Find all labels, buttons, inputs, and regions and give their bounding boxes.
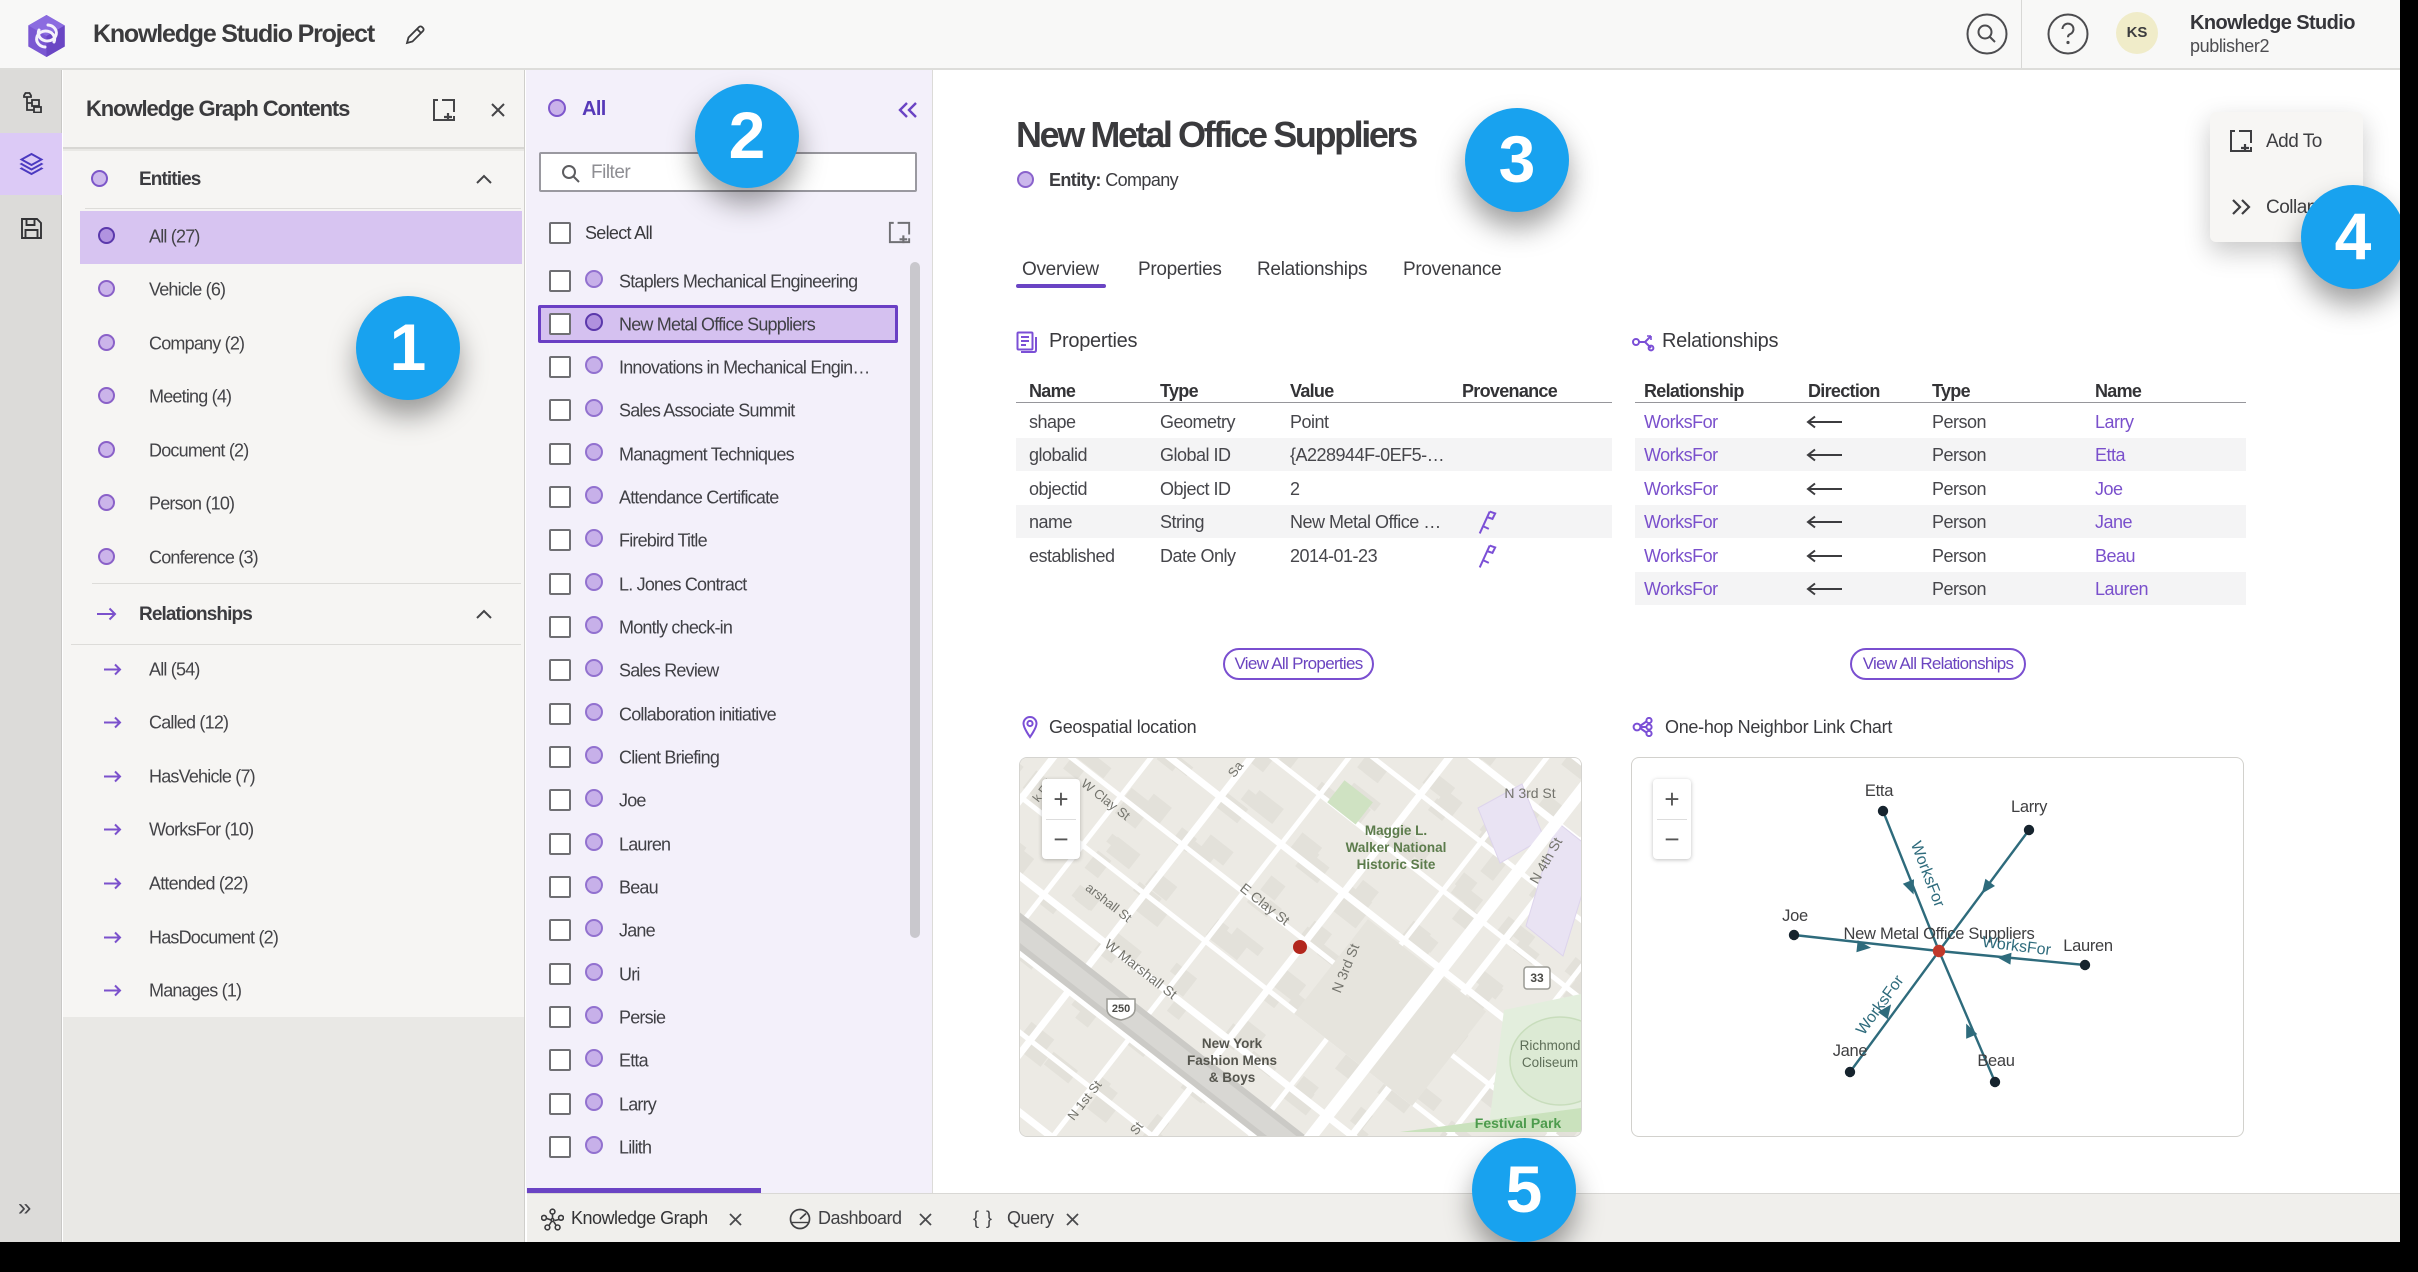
svg-text:Richmond: Richmond [1520,1038,1581,1053]
svg-text:New York: New York [1202,1036,1263,1051]
svg-text:Historic Site: Historic Site [1357,857,1436,872]
svg-text:Fashion Mens: Fashion Mens [1187,1053,1277,1068]
svg-text:Etta: Etta [1865,782,1894,800]
svg-text:250: 250 [1112,1003,1130,1015]
svg-text:Larry: Larry [2011,798,2048,816]
svg-text:Joe: Joe [1782,907,1808,925]
svg-text:Coliseum: Coliseum [1522,1055,1578,1070]
svg-text:Festival Park: Festival Park [1475,1115,1562,1131]
svg-text:Jane: Jane [1833,1042,1868,1060]
svg-text:Lauren: Lauren [2063,937,2113,955]
svg-text:WorksFor: WorksFor [1907,839,1948,910]
svg-text:Beau: Beau [1977,1052,2014,1070]
svg-text:& Boys: & Boys [1209,1070,1256,1085]
svg-text:Walker National: Walker National [1346,840,1447,855]
svg-text:Maggie L.: Maggie L. [1365,823,1427,838]
svg-text:33: 33 [1530,971,1544,985]
svg-text:N 3rd St: N 3rd St [1504,785,1555,801]
